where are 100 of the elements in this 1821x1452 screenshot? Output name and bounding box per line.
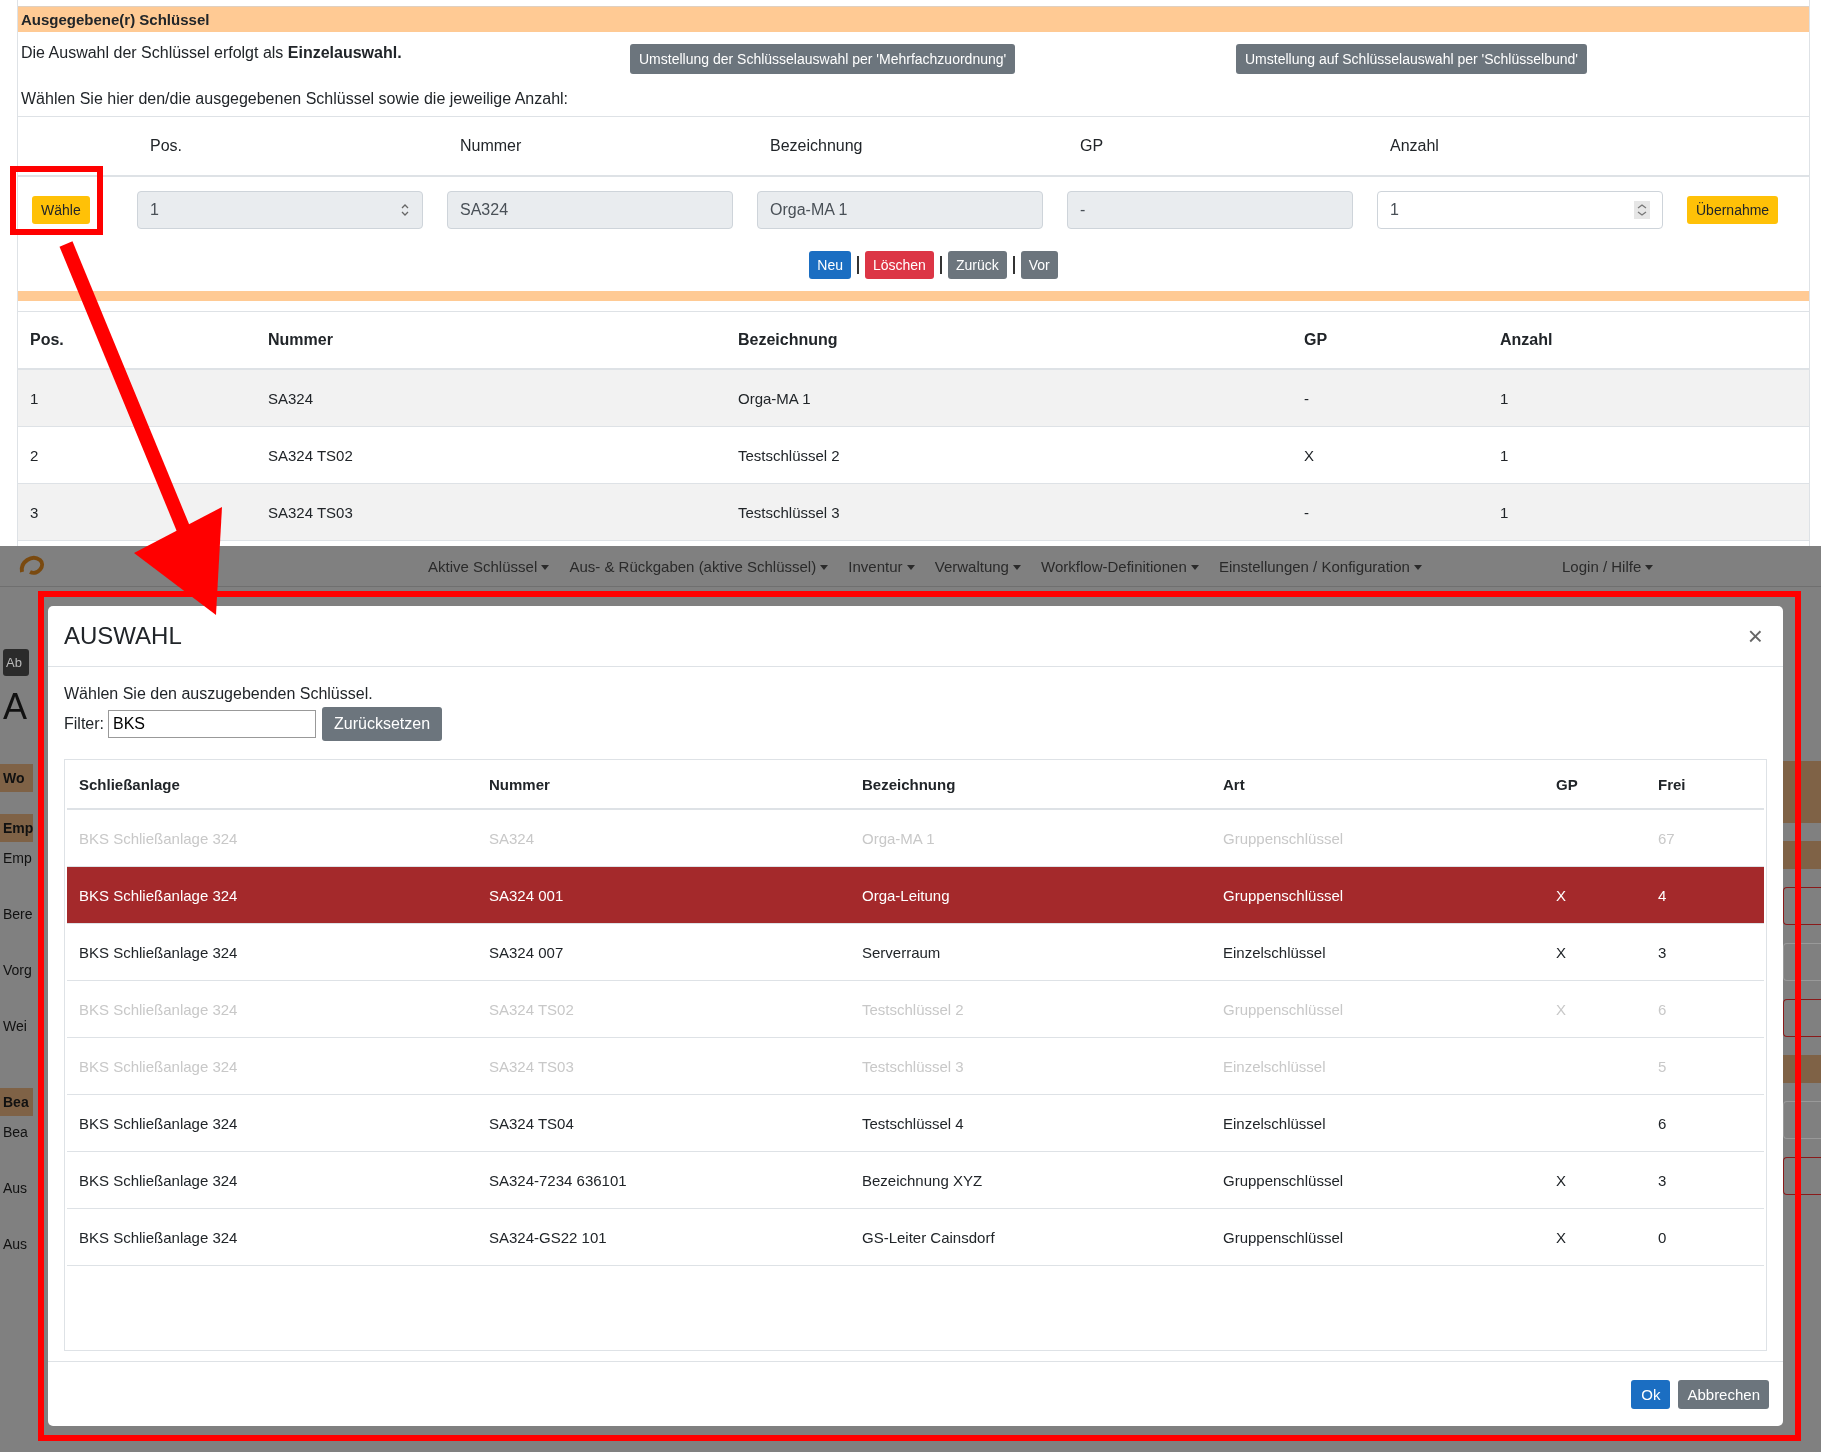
column-header: GP [1304, 331, 1329, 349]
table-row[interactable]: BKS Schließanlage 324 SA324 TS04 Testschlüssel 4 Einzelschlüssel 6 [67, 1095, 1764, 1152]
table-cell-text: SA324 TS04 [489, 1114, 575, 1132]
table-cell: X [1556, 1171, 1566, 1189]
column-header: Nummer [459, 137, 523, 155]
background-label: Emp [3, 850, 33, 868]
table-cell-text: SA324-7234 636101 [489, 1171, 628, 1189]
table-cell-text: 3 [30, 503, 40, 521]
column-header: Bezeichnung [862, 775, 957, 793]
menu-item[interactable]: Verwaltung [934, 557, 1022, 575]
table-cell-text: SA324-GS22 101 [489, 1228, 608, 1246]
background-button[interactable]: Ab [3, 649, 29, 676]
table-cell-text: Orga-MA 1 [738, 389, 812, 407]
table-cell-text: Testschlüssel 4 [862, 1114, 965, 1132]
input-field[interactable]: Orga-MA 1 [757, 191, 1043, 229]
table-cell-text: Orga-Leitung [862, 886, 951, 904]
table-cell-text: 1 [30, 389, 40, 407]
background-section-title: Wo [0, 764, 33, 792]
table-cell-text: 1 [1500, 503, 1510, 521]
table-cell-text: Testschlüssel 2 [738, 446, 841, 464]
mode-switch-button[interactable]: Umstellung der Schlüsselauswahl per 'Mehrfachzuordnung' [630, 44, 1016, 74]
apply-button[interactable]: Übernahme [1687, 196, 1779, 224]
menu-item[interactable]: Einstellungen / Konfiguration [1218, 557, 1423, 575]
close-button[interactable]: × [1743, 620, 1767, 652]
menu-item[interactable]: Login / Hilfe [1562, 557, 1654, 575]
background-label: Wei [3, 1018, 28, 1036]
navigation-button[interactable]: Zurück [947, 251, 1007, 279]
table-cell-text: BKS Schließanlage 324 [79, 886, 239, 904]
spinner-icon [1634, 201, 1650, 219]
background-label: Vorg [3, 962, 33, 980]
table-row[interactable]: BKS Schließanlage 324 SA324 007 Serverraum Einzelschlüssel X 3 [67, 924, 1764, 981]
column-header: Schließanlage [79, 775, 181, 793]
column-header: Bezeichnung [769, 137, 864, 155]
table-cell-text: BKS Schließanlage 324 [79, 1228, 239, 1246]
navigation-button[interactable]: Vor [1020, 251, 1058, 279]
ok-button[interactable]: Ok [1631, 1379, 1671, 1409]
table-cell-text: Einzelschlüssel [1223, 1114, 1327, 1132]
table-cell-text: Gruppenschlüssel [1223, 886, 1345, 904]
input-field[interactable]: SA324 [447, 191, 733, 229]
table-row[interactable]: BKS Schließanlage 324 SA324-GS22 101 GS-Leiter Cainsdorf Gruppenschlüssel X 0 [67, 1209, 1764, 1266]
select-field[interactable]: 1 [137, 191, 423, 229]
background-label: Bea [3, 1124, 29, 1142]
table-cell-text: Bezeichnung XYZ [862, 1171, 984, 1189]
table-cell-text: Serverraum [862, 943, 942, 961]
table-cell-text: X [1304, 446, 1315, 464]
section-header: Ausgegebene(r) Schlüssel [18, 6, 1809, 32]
filter-label: Filter: [64, 715, 104, 733]
menu-item[interactable]: Aus- & Rückgaben (aktive Schlüssel) [569, 557, 829, 575]
column-header: Anzahl [1389, 137, 1440, 155]
cancel-button[interactable]: Abbrechen [1678, 1379, 1769, 1409]
filter-field[interactable]: BKS [108, 710, 316, 738]
background-label: Aus [3, 1236, 29, 1254]
column-header: Pos. [30, 331, 65, 349]
table-cell: X [1556, 943, 1566, 961]
table-cell-text: 4 [1658, 886, 1668, 904]
choose-button[interactable]: Wähle [32, 196, 90, 224]
table-row[interactable]: BKS Schließanlage 324 SA324 001 Orga-Leitung Gruppenschlüssel X 4 [67, 867, 1764, 924]
column-header: Nummer [489, 775, 551, 793]
table-cell-text: SA324 [268, 389, 315, 407]
table-cell-text: Gruppenschlüssel [1223, 1228, 1345, 1246]
column-header: Frei [1658, 775, 1687, 793]
selection-mode-text: Die Auswahl der Schlüssel erfolgt als Einzelauswahl. [21, 44, 403, 62]
table-cell-text: SA324 TS02 [268, 446, 354, 464]
chevron-updown-icon [400, 203, 410, 217]
column-header: Nummer [268, 331, 334, 349]
menu-item[interactable]: Inventur [848, 557, 915, 575]
instruction-text: Wählen Sie hier den/die ausgegebenen Schlüssel sowie die jeweilige Anzahl: [18, 74, 1809, 117]
navigation-button[interactable]: Neu [809, 251, 851, 279]
table-cell-text: GS-Leiter Cainsdorf [862, 1228, 996, 1246]
table-cell-text: BKS Schließanlage 324 [79, 943, 239, 961]
table-cell-text: SA324 007 [489, 943, 565, 961]
column-header: Bezeichnung [738, 331, 839, 349]
number-field[interactable]: 1 [1377, 191, 1663, 229]
instruction-text: Wählen Sie den auszugebenden Schlüssel. [64, 685, 374, 703]
background-label: Bere [3, 906, 34, 924]
background-heading: A [3, 686, 28, 728]
table-row[interactable]: BKS Schließanlage 324 SA324-7234 636101 Bezeichnung XYZ Gruppenschlüssel X 3 [67, 1152, 1764, 1209]
table-cell-text: - [1304, 503, 1310, 521]
table-cell: X [1556, 886, 1566, 904]
table-cell-text: 1 [1500, 389, 1510, 407]
column-header: Art [1223, 775, 1246, 793]
table-cell-text: 1 [1500, 446, 1510, 464]
column-header: Pos. [149, 137, 183, 155]
background-label: Aus [3, 1180, 29, 1198]
table-cell-text: - [1304, 389, 1310, 407]
table-cell-text: Einzelschlüssel [1223, 943, 1327, 961]
table-cell-text: SA324 TS03 [268, 503, 354, 521]
input-field[interactable]: - [1067, 191, 1353, 229]
table-cell-text: BKS Schließanlage 324 [79, 1171, 239, 1189]
navigation-button[interactable]: Löschen [864, 251, 934, 279]
table-cell-text: 2 [30, 446, 40, 464]
table-cell-text: Gruppenschlüssel [1223, 1171, 1345, 1189]
table-cell-text: 3 [1658, 1171, 1668, 1189]
mode-switch-button[interactable]: Umstellung auf Schlüsselauswahl per 'Schlüsselbund' [1236, 44, 1587, 74]
column-header: GP [1079, 137, 1105, 155]
column-header: GP [1556, 775, 1579, 793]
reset-button[interactable]: Zurücksetzen [322, 707, 443, 741]
table-cell-text: Testschlüssel 3 [738, 503, 841, 521]
menu-item[interactable]: Aktive Schlüssel [428, 557, 550, 575]
menu-item[interactable]: Workflow-Definitionen [1041, 557, 1199, 575]
